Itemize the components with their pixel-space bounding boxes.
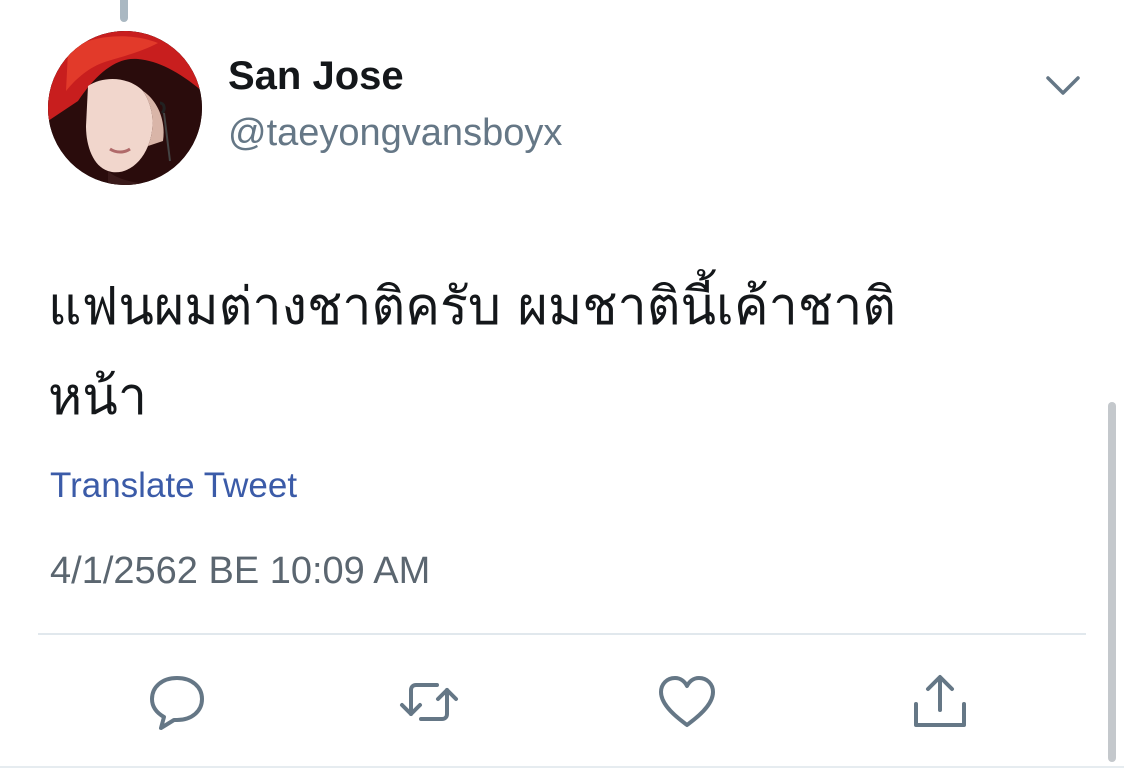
share-upload-icon <box>914 675 966 727</box>
translate-tweet-link[interactable]: Translate Tweet <box>50 466 297 506</box>
tweet-timestamp: 4/1/2562 BE 10:09 AM <box>50 550 431 592</box>
avatar-image <box>48 31 202 185</box>
tweet-text-line-2: หน้า <box>48 367 148 427</box>
heart-icon <box>659 676 715 727</box>
divider <box>38 633 1086 635</box>
retweet-button[interactable] <box>397 670 461 734</box>
share-button[interactable] <box>908 670 972 734</box>
reply-button[interactable] <box>145 670 209 734</box>
thread-connector-line <box>120 0 128 22</box>
user-handle[interactable]: @taeyongvansboyx <box>228 112 562 155</box>
bottom-divider <box>0 766 1124 768</box>
tweet-text: แฟนผมต่างชาติครับ ผมชาตินี้เค้าชาติ หน้า <box>48 262 1068 442</box>
speech-bubble-icon <box>150 676 204 730</box>
scrollbar[interactable] <box>1108 402 1116 762</box>
like-button[interactable] <box>655 670 719 734</box>
display-name[interactable]: San Jose <box>228 54 404 99</box>
avatar[interactable] <box>48 31 202 185</box>
chevron-down-icon[interactable] <box>1040 68 1086 104</box>
tweet-text-line-1: แฟนผมต่างชาติครับ ผมชาตินี้เค้าชาติ <box>48 277 897 337</box>
retweet-arrows-icon <box>400 683 458 721</box>
